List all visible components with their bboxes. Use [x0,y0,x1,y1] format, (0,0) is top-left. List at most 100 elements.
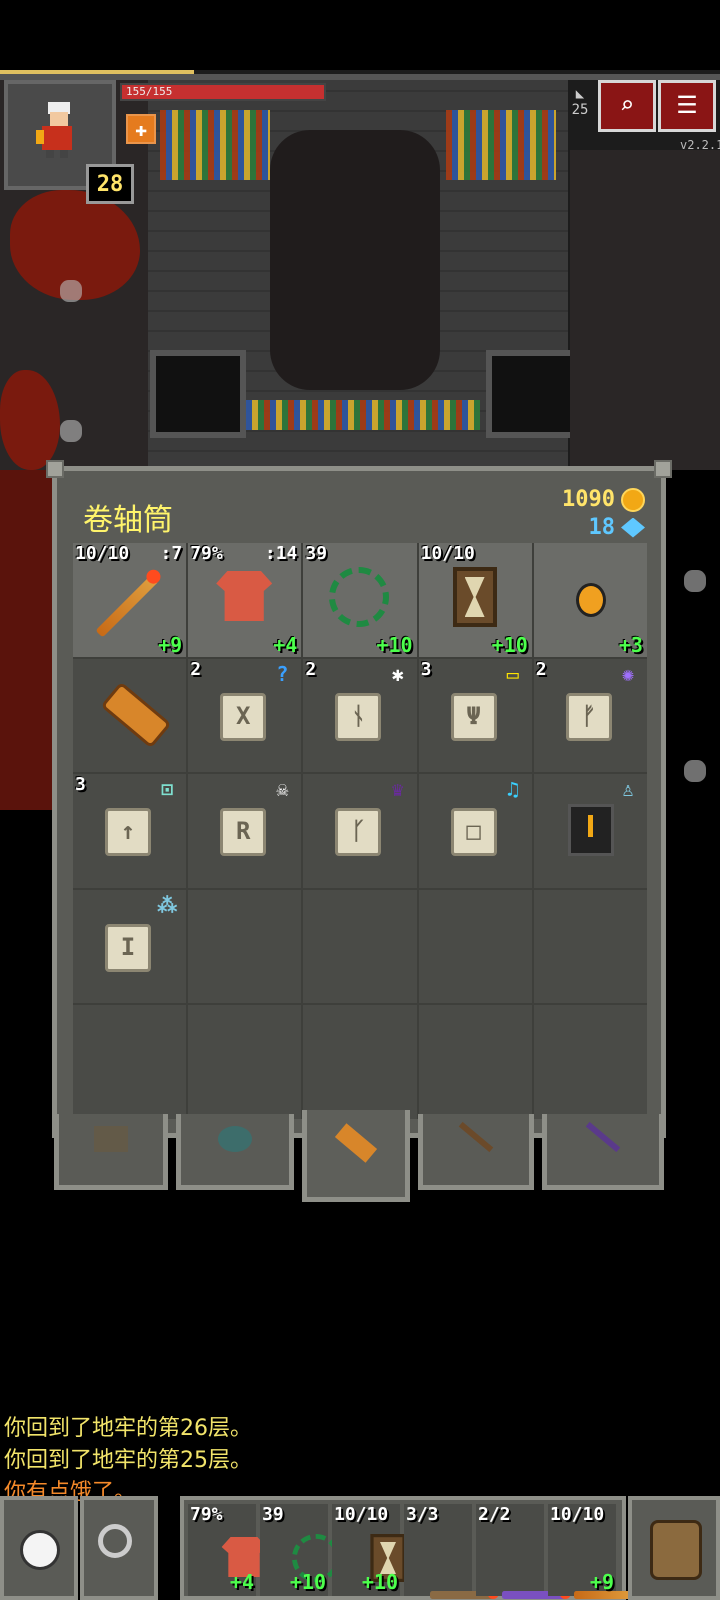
health-text: 155/155 [126,85,173,98]
cave-wall-right [570,150,720,470]
pillar [150,350,246,438]
seed-pouch-icon [218,1126,252,1152]
quickslot[interactable]: 10/10 +9 [548,1504,643,1599]
inventory-slot[interactable] [73,1005,187,1119]
quickslot-count: 79% [190,1504,223,1525]
skull-pile [684,570,706,592]
quickslot[interactable]: 79% +4 [188,1504,267,1596]
quickslot-bar: 79% +4 39 +10 10/10 +10 3/3 2/2 10/10 +9 [180,1496,643,1600]
backpack-icon [650,1520,702,1580]
journal-search-button[interactable]: ⌕ [598,80,656,132]
stained-glass-window [240,400,480,430]
window-corner [46,460,64,478]
inventory-slot[interactable]: I ⁂ [73,889,187,1004]
scroll-holder-icon [100,681,172,749]
identify-mark-icon: ♙ [621,777,634,802]
menu-button[interactable]: ☰ [658,80,716,132]
slot-upgrade: +4 [273,632,298,657]
slot-upgrade: +10 [376,632,413,657]
slot-count: 2 [535,658,547,680]
inventory-slot[interactable]: Ψ 3 ▭ [418,658,532,773]
gem-counter: 18 [589,515,645,540]
buff-icon[interactable]: ✚ [126,114,156,144]
inventory-slot[interactable]: 10/10:7 +9 [73,543,187,657]
slot-count: 2 [305,658,317,680]
hero-level-badge: 28 [86,164,134,204]
slot-count: 10/10 [420,543,475,564]
depth-indicator: ◣ 25 [566,86,594,134]
hourglass-icon [452,567,497,627]
green-whip-icon [329,567,390,627]
quickslot[interactable]: 10/10 +10 [332,1504,406,1596]
inventory-grid: 10/10:7 +9 79%:14 +4 39 +10 10/10 +10 +3 X 2? ᚾ 2 ✱ Ψ 3… [73,543,647,1119]
inventory-slot[interactable] [533,889,647,1004]
quickslot-upgrade: +10 [289,1570,326,1594]
backpack-icon [94,1126,128,1152]
tab-magic-holster[interactable] [542,1114,664,1190]
inventory-slot[interactable]: ᚾ 2 ✱ [303,658,417,773]
slot-count: 39 [305,543,328,564]
inventory-slot[interactable]: 39 +10 [303,543,417,657]
inventory-slot[interactable]: +3 [533,543,647,657]
scroll-icon: □ [450,808,497,857]
quickslot[interactable]: 3/3 [404,1504,499,1599]
scroll-icon: ᚾ [335,692,382,741]
inventory-slot[interactable]: X 2? [188,658,302,773]
inventory-slot[interactable] [303,1005,417,1119]
scroll-icon: ↑ [105,808,151,857]
quickslot-count: 39 [262,1504,284,1525]
identify-mark-icon: ▭ [506,661,519,686]
scroll-icon: ᚠ [565,692,612,741]
scroll-icon: I [105,923,151,972]
tab-potion-bandolier[interactable] [176,1114,294,1190]
slot-count: 3 [75,774,86,796]
log-line: 你回到了地牢的第26层。 [4,1416,252,1441]
top-hat-icon [567,804,614,857]
scroll-holder-icon [334,1123,378,1163]
wait-button[interactable] [0,1496,78,1600]
quickslot-upgrade: +9 [589,1570,614,1594]
slot-upgrade: +10 [491,632,528,657]
gold-counter: 1090 [562,487,645,512]
bag-title: 卷轴筒 [83,503,173,538]
inventory-slot[interactable]: ♙ [533,774,647,888]
inventory-window: 卷轴筒 1090 18 10/10:7 +9 79%:14 +4 39 +10 10/10 +… [52,466,666,1138]
inventory-slot[interactable]: ᚴ ♛ [303,774,417,888]
inventory-slot[interactable] [418,1005,532,1119]
inventory-slot[interactable] [188,889,302,1004]
tab-wand-holster[interactable] [418,1114,534,1190]
inventory-slot[interactable]: R ☠ [188,774,302,888]
inventory-slot[interactable]: ↑ 3 ⊡ [73,774,187,888]
quickslot-upgrade: +4 [229,1570,254,1594]
wand-icon [585,1121,621,1153]
inventory-slot[interactable] [303,889,417,1004]
quickslot-upgrade: +10 [361,1570,398,1594]
tab-backpack[interactable] [54,1114,168,1190]
tab-scroll-holder[interactable] [302,1110,410,1202]
version-label: v2.2.1 [680,138,720,152]
inventory-slot[interactable]: □ ♫ [418,774,532,888]
quickslot[interactable]: 39 +10 [260,1504,340,1596]
stained-glass-window [160,110,270,180]
depth-number: 25 [571,102,589,118]
inventory-slot[interactable] [533,1005,647,1119]
lava-edge [0,470,52,810]
staff-icon [458,1121,494,1153]
search-journal-icon: ⌕ [619,91,635,119]
inventory-slot[interactable]: ᚠ 2 ✺ [533,658,647,773]
slot-timer: :7 [160,543,183,564]
gold-coin-icon [621,487,645,512]
inventory-slot[interactable]: 10/10 +10 [418,543,532,657]
inventory-slot[interactable]: 79%:14 +4 [188,543,302,657]
hero-mage-icon [36,102,80,158]
search-button[interactable] [80,1496,158,1600]
slot-count: 2 [190,658,202,680]
inventory-slot[interactable] [188,1005,302,1119]
quickslot-count: 2/2 [478,1504,511,1525]
quickslot[interactable]: 2/2 [476,1504,571,1599]
inventory-slot[interactable] [418,889,532,1004]
identify-mark-icon: ♛ [391,777,404,802]
inventory-slot[interactable] [73,658,187,773]
skull-pile [684,760,706,782]
inventory-button[interactable] [628,1496,720,1600]
